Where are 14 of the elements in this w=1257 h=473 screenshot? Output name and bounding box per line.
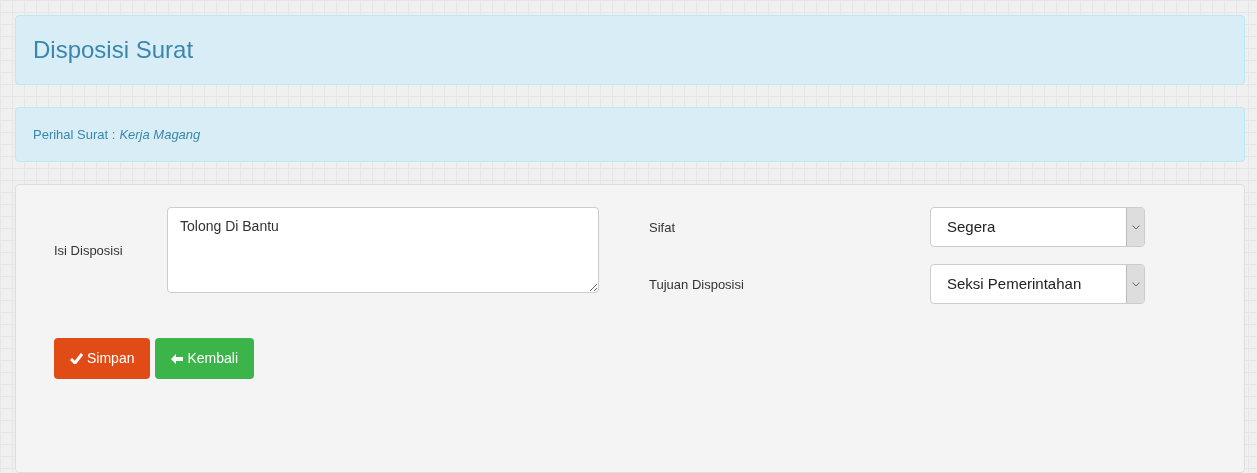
caret-icon [1131, 281, 1140, 287]
subject-label: Perihal Surat : [33, 125, 116, 144]
select-field[interactable]: Segera [930, 207, 1145, 248]
message-field[interactable]: Tolong Di Bantu [167, 207, 599, 294]
save-button[interactable]: Simpan [54, 338, 151, 380]
field-label: Sifat [649, 218, 676, 237]
select-field[interactable]: Seksi Pemerintahan [930, 264, 1145, 305]
check-icon [70, 353, 83, 365]
field-label: Tujuan Disposisi [649, 275, 745, 294]
arrow-left-icon [171, 353, 184, 364]
message-label: Isi Disposisi [54, 241, 124, 260]
page-title: Disposisi Surat [33, 34, 194, 65]
caret-icon [1131, 224, 1140, 230]
subject-value: Kerja Magang [119, 125, 201, 144]
